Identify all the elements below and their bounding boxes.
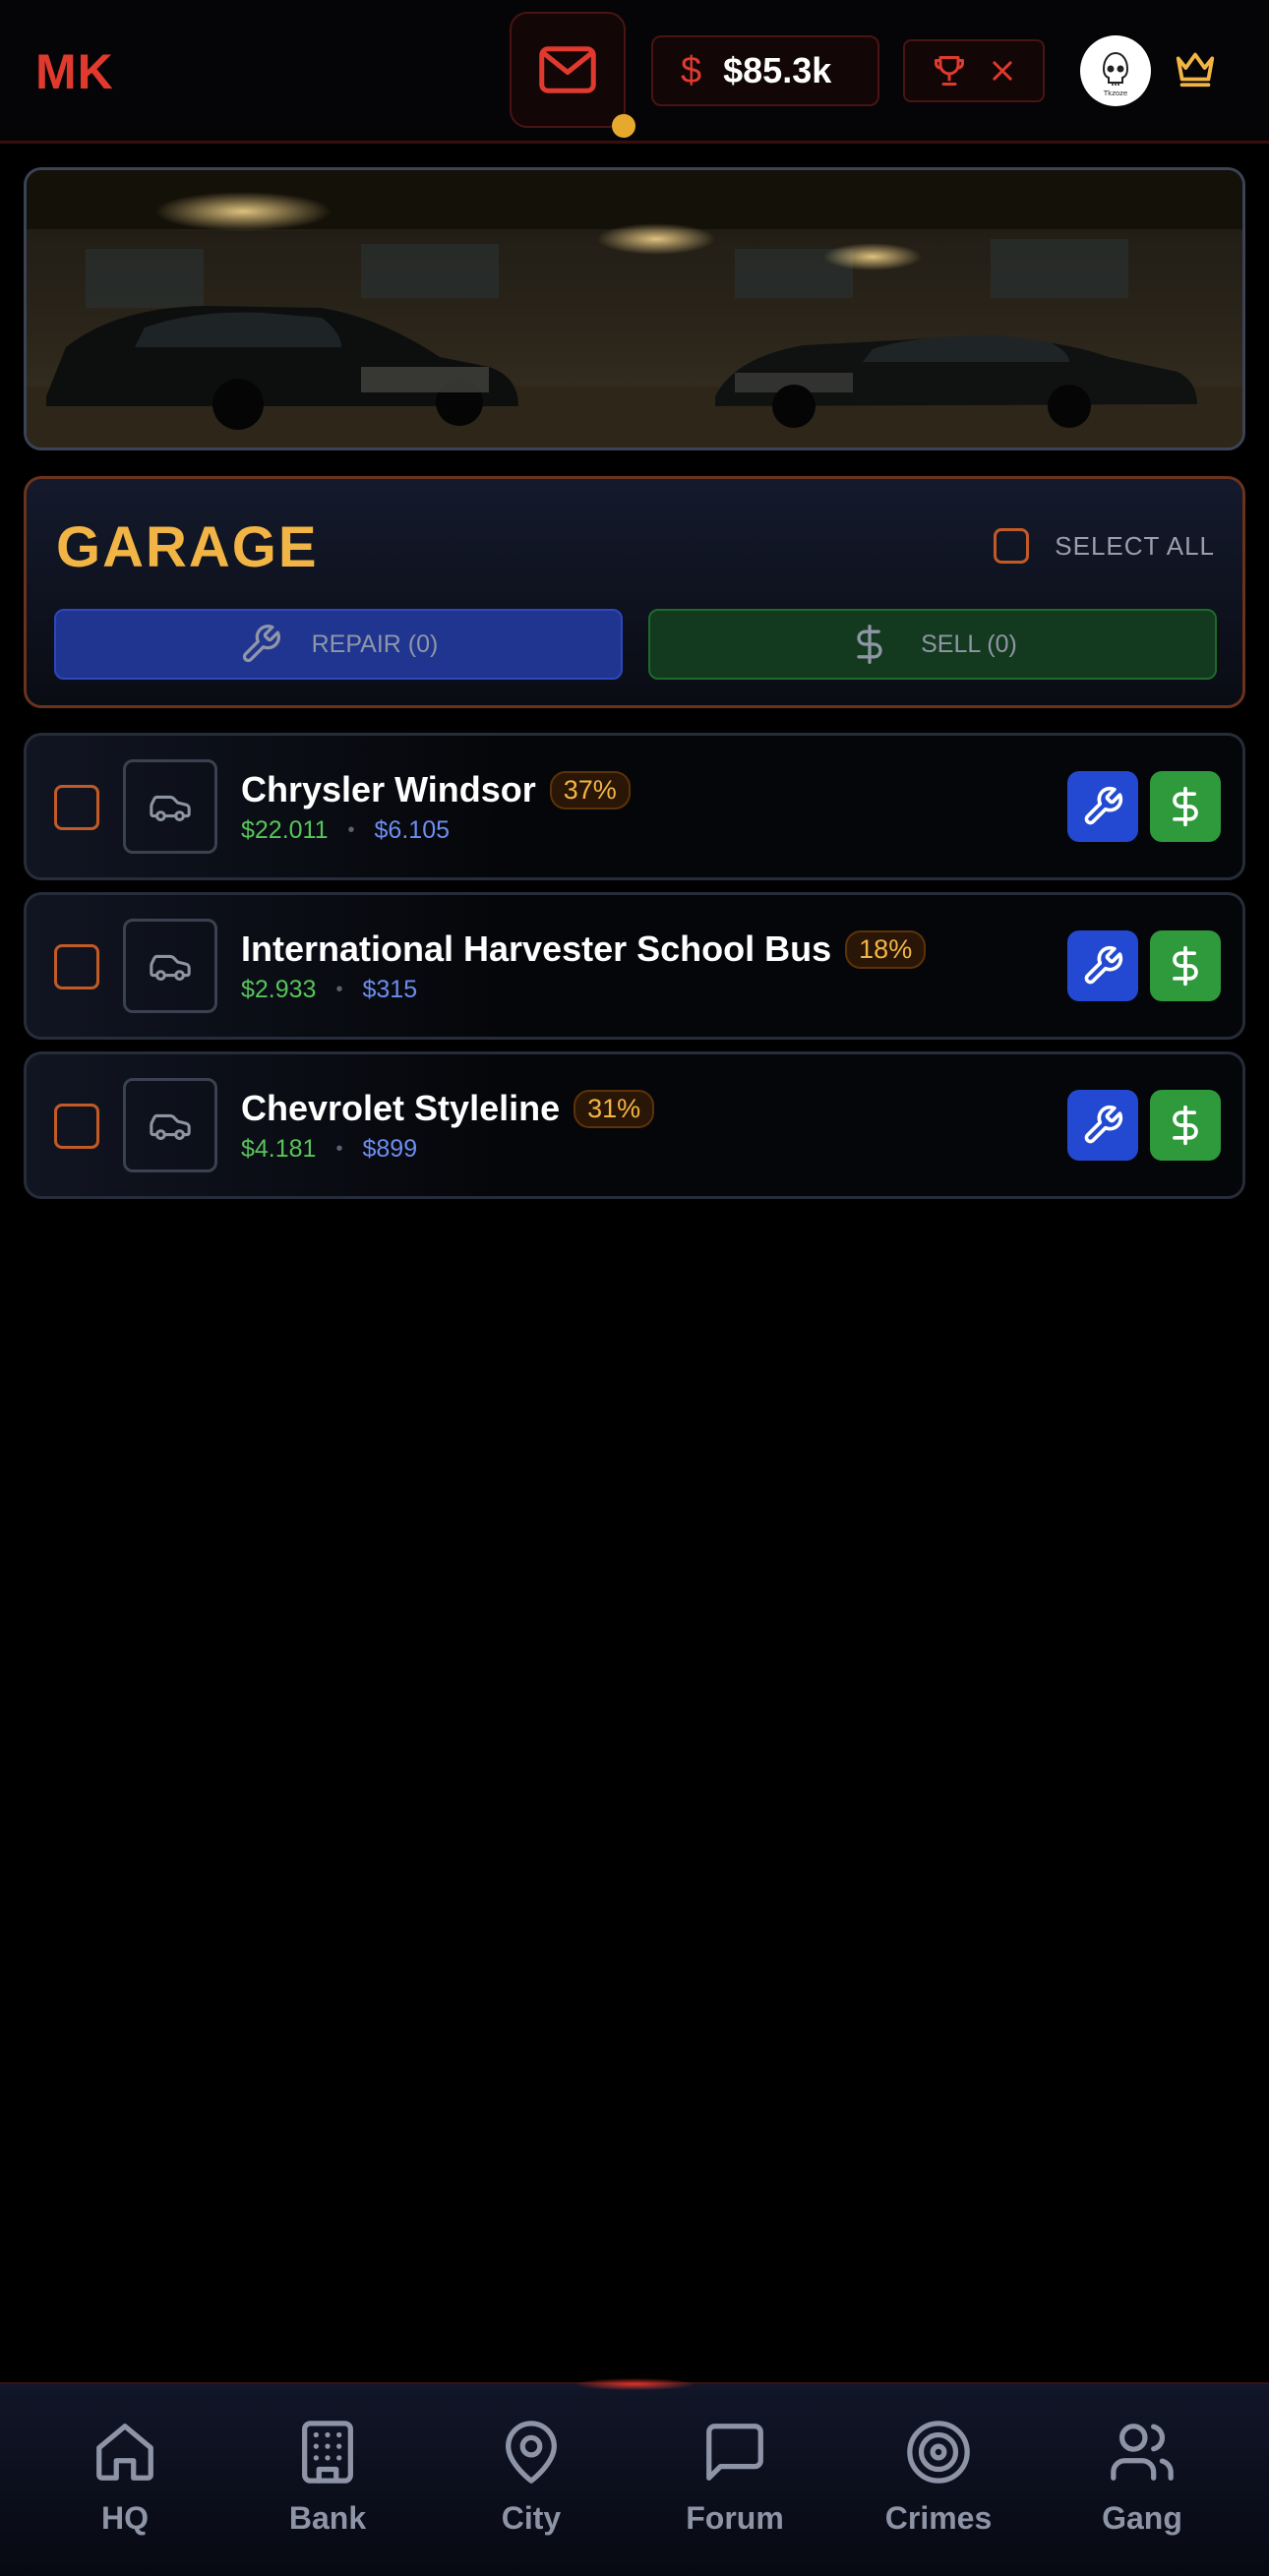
car-checkbox[interactable] — [54, 944, 99, 989]
car-icon — [150, 954, 191, 981]
garage-panel: GARAGE SELECT ALL REPAIR (0) SELL (0) — [24, 476, 1245, 708]
sell-button[interactable] — [1150, 771, 1221, 842]
wrench-icon — [1084, 1105, 1123, 1144]
message-square-icon — [706, 2424, 763, 2481]
nav-label: City — [501, 2500, 562, 2536]
select-all-label: SELECT ALL — [1055, 530, 1215, 561]
page-title: GARAGE — [56, 515, 319, 579]
separator-dot: • — [335, 979, 343, 1000]
car-icon — [150, 1113, 191, 1140]
garage-banner-image — [24, 167, 1245, 450]
condition-badge: 18% — [845, 929, 927, 969]
svg-text:Tkzoze: Tkzoze — [1103, 90, 1127, 97]
trophy-icon — [935, 56, 964, 86]
condition-badge: 31% — [574, 1089, 655, 1128]
nav-item-city[interactable]: City — [453, 2418, 610, 2546]
repair-button[interactable] — [1067, 771, 1138, 842]
select-all-control[interactable]: SELECT ALL — [994, 528, 1215, 564]
car-value: $4.181 — [241, 1135, 317, 1163]
mail-icon — [539, 46, 596, 93]
nav-item-bank[interactable]: Bank — [249, 2418, 406, 2546]
mail-button[interactable] — [510, 12, 626, 128]
dollar-icon — [1173, 1105, 1198, 1146]
sell-button-label: SELL (0) — [921, 629, 1017, 658]
wrench-icon — [1084, 945, 1123, 985]
car-thumbnail — [123, 759, 217, 854]
repair-button-label: REPAIR (0) — [311, 629, 439, 658]
car-value: $2.933 — [241, 976, 317, 1003]
repair-cost: $315 — [362, 976, 418, 1003]
users-icon — [1111, 2424, 1174, 2481]
dollar-icon — [1173, 945, 1198, 987]
car-name: Chrysler Windsor — [241, 769, 536, 809]
condition-badge: 37% — [549, 770, 631, 809]
nav-item-crimes[interactable]: Crimes — [860, 2418, 1017, 2546]
money-amount: $85.3k — [723, 50, 832, 90]
nav-label: HQ — [101, 2500, 149, 2536]
money-display[interactable]: $ $85.3k — [651, 35, 879, 106]
building-icon — [302, 2421, 353, 2484]
dollar-icon: $ — [681, 49, 702, 91]
nav-label: Bank — [288, 2500, 367, 2536]
car-name: Chevrolet Styleline — [241, 1088, 561, 1128]
select-all-checkbox[interactable] — [994, 528, 1030, 564]
dollar-icon — [1173, 786, 1198, 827]
repair-selected-button[interactable]: REPAIR (0) — [54, 609, 623, 680]
repair-button[interactable] — [1067, 930, 1138, 1001]
target-icon — [907, 2421, 970, 2484]
car-icon — [150, 795, 191, 821]
close-icon — [993, 61, 1012, 81]
app-logo[interactable]: MK — [35, 43, 114, 100]
active-indicator — [575, 2378, 694, 2390]
sell-button[interactable] — [1150, 930, 1221, 1001]
car-value: $22.011 — [241, 816, 329, 844]
premium-crown[interactable] — [1173, 45, 1218, 95]
nav-label: Crimes — [884, 2500, 993, 2536]
repair-cost: $899 — [362, 1135, 418, 1163]
home-icon — [96, 2424, 153, 2481]
trophy-status[interactable] — [903, 39, 1045, 102]
nav-item-forum[interactable]: Forum — [656, 2418, 814, 2546]
nav-item-gang[interactable]: Gang — [1063, 2418, 1221, 2546]
car-checkbox[interactable] — [54, 785, 99, 830]
nav-label: Gang — [1102, 2500, 1182, 2536]
separator-dot: • — [335, 1138, 343, 1160]
bottom-nav: HQ Bank City Forum Crimes Gang — [0, 2378, 1269, 2576]
dollar-icon — [857, 625, 882, 664]
crown-icon — [1176, 52, 1215, 88]
notification-dot — [612, 114, 635, 138]
wrench-icon — [242, 625, 280, 663]
nav-label: Forum — [686, 2500, 784, 2536]
sell-button[interactable] — [1150, 1090, 1221, 1161]
list-item[interactable]: Chevrolet Styleline 31% $4.181 • $899 — [24, 1051, 1245, 1199]
separator-dot: • — [347, 819, 355, 841]
avatar[interactable]: Tkzoze — [1080, 35, 1151, 106]
skull-logo-icon: Tkzoze — [1086, 41, 1145, 100]
list-item[interactable]: International Harvester School Bus 18% $… — [24, 892, 1245, 1040]
map-pin-icon — [506, 2421, 557, 2484]
car-thumbnail — [123, 919, 217, 1013]
car-checkbox[interactable] — [54, 1104, 99, 1149]
list-item[interactable]: Chrysler Windsor 37% $22.011 • $6.105 — [24, 733, 1245, 880]
car-name: International Harvester School Bus — [241, 929, 832, 969]
sell-selected-button[interactable]: SELL (0) — [648, 609, 1217, 680]
repair-cost: $6.105 — [374, 816, 450, 844]
car-thumbnail — [123, 1078, 217, 1172]
nav-item-hq[interactable]: HQ — [46, 2418, 204, 2546]
wrench-icon — [1084, 786, 1123, 825]
repair-button[interactable] — [1067, 1090, 1138, 1161]
top-bar: MK $ $85.3k Tkzoze — [0, 0, 1269, 144]
